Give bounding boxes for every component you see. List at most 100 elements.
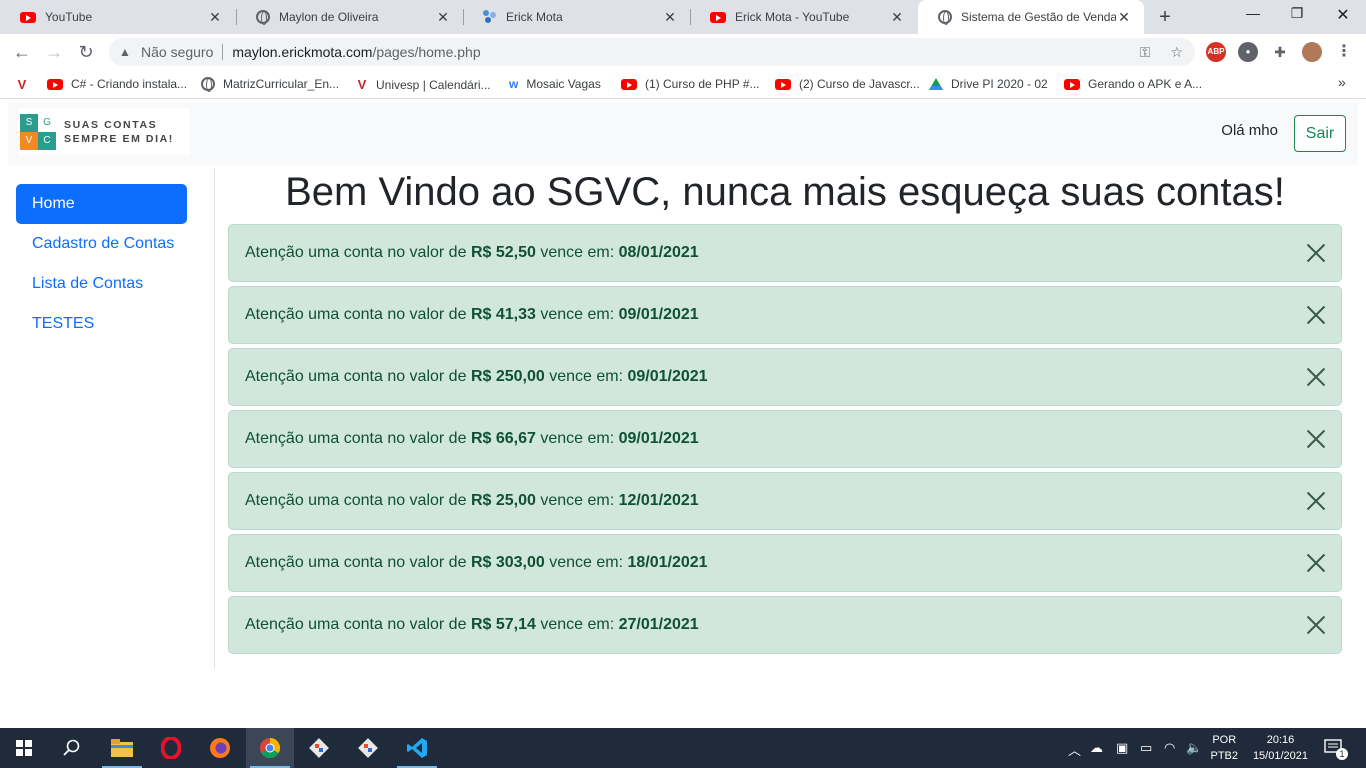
alert-text: Atenção uma conta no valor de R$ 250,00 … [245, 368, 708, 385]
bill-alert: Atenção uma conta no valor de R$ 25,00 v… [228, 472, 1342, 530]
logo-letter: S [20, 113, 38, 132]
file-explorer-app[interactable] [98, 728, 146, 768]
tab-sgvc[interactable]: Sistema de Gestão de Vendas d ✕ [918, 0, 1144, 34]
w-icon: w [509, 77, 519, 91]
alert-list: Atenção uma conta no valor de R$ 52,50 v… [228, 224, 1342, 658]
url-path: /pages/home.php [372, 44, 481, 60]
close-icon[interactable]: ✕ [435, 9, 451, 26]
tab-erick-mota-youtube[interactable]: Erick Mota - YouTube ✕ [690, 0, 917, 34]
bookmark-label: Drive PI 2020 - 02 [951, 77, 1048, 91]
sidebar-item-cadastro-de-contas[interactable]: Cadastro de Contas [16, 224, 187, 264]
security-icon[interactable]: ▣ [1116, 740, 1128, 756]
alert-value: R$ 57,14 [470, 616, 536, 633]
opera-app[interactable] [147, 728, 195, 768]
notification-button[interactable]: 1 [1324, 738, 1348, 760]
extension-icon[interactable]: ● [1238, 42, 1258, 62]
sidebar-item-lista-de-contas[interactable]: Lista de Contas [16, 264, 187, 304]
battery-icon[interactable]: ▭ [1140, 740, 1152, 756]
close-icon[interactable] [1305, 552, 1327, 574]
language-indicator[interactable]: POR PTB2 [1210, 732, 1238, 764]
close-icon[interactable]: ✕ [889, 9, 905, 26]
bill-alert: Atenção uma conta no valor de R$ 57,14 v… [228, 596, 1342, 654]
close-icon[interactable]: ✕ [1116, 9, 1132, 26]
sidebar-item-home[interactable]: Home [16, 184, 187, 224]
firefox-app[interactable] [196, 728, 244, 768]
vscode-app[interactable] [393, 728, 441, 768]
new-tab-button[interactable]: + [1156, 6, 1174, 29]
globe-icon [201, 77, 215, 92]
menu-icon[interactable]: ⋮ [1334, 42, 1354, 62]
close-icon[interactable] [1305, 428, 1327, 450]
sidebar-item-testes[interactable]: TESTES [16, 304, 187, 344]
security-label[interactable]: Não seguro [141, 44, 213, 60]
warning-icon[interactable]: ▲ [119, 45, 133, 59]
alert-text: Atenção uma conta no valor de R$ 25,00 v… [245, 492, 699, 509]
alert-value: R$ 303,00 [470, 554, 545, 571]
git-app[interactable] [344, 728, 392, 768]
bookmark-item[interactable]: (2) Curso de Javascr... [775, 77, 920, 91]
tab-erick-mota[interactable]: Erick Mota ✕ [463, 0, 690, 34]
puzzle-icon[interactable]: ✚ [1270, 42, 1290, 62]
search-button[interactable] [48, 728, 96, 768]
wifi-icon[interactable]: ◠ [1164, 740, 1175, 756]
logo-tagline-line2: SEMPRE EM DIA! [64, 132, 174, 145]
bookmarks-overflow-button[interactable]: » [1338, 74, 1346, 90]
close-icon[interactable] [1305, 366, 1327, 388]
bookmark-item[interactable]: C# - Criando instala... [47, 77, 187, 91]
close-icon[interactable] [1305, 242, 1327, 264]
restore-button[interactable]: ❐ [1282, 5, 1312, 22]
star-icon[interactable]: ☆ [1170, 44, 1183, 61]
back-button[interactable]: ← [10, 40, 34, 64]
window-close-button[interactable]: ✕ [1328, 5, 1358, 25]
volume-icon[interactable]: 🔈 [1186, 740, 1202, 756]
tab-youtube[interactable]: YouTube ✕ [0, 0, 235, 34]
close-icon[interactable]: ✕ [207, 9, 223, 26]
bookmark-item[interactable]: Drive PI 2020 - 02 [929, 77, 1048, 91]
alert-date: 08/01/2021 [618, 244, 699, 261]
git-app[interactable] [295, 728, 343, 768]
v-icon: V [17, 77, 27, 92]
bookmark-item[interactable]: MatrizCurricular_En... [201, 77, 339, 92]
bookmark-item[interactable]: V Univesp | Calendári... [356, 77, 491, 92]
bill-alert: Atenção uma conta no valor de R$ 66,67 v… [228, 410, 1342, 468]
forward-button[interactable]: → [42, 40, 66, 64]
minimize-button[interactable]: — [1238, 5, 1268, 21]
notification-count: 1 [1336, 748, 1348, 760]
chevron-up-icon[interactable]: ︿ [1068, 740, 1081, 759]
opera-icon [161, 737, 181, 759]
chrome-app[interactable] [246, 728, 294, 768]
bookmark-item[interactable]: Gerando o APK e A... [1064, 77, 1202, 91]
avatar[interactable] [1302, 42, 1322, 62]
system-clock[interactable]: 20:16 15/01/2021 [1253, 732, 1308, 764]
close-icon[interactable]: ✕ [662, 9, 678, 26]
bookmark-label: Gerando o APK e A... [1088, 77, 1203, 91]
logout-button[interactable]: Sair [1294, 115, 1346, 152]
logo-tagline: SUAS CONTAS SEMPRE EM DIA! [64, 118, 174, 146]
bookmark-label: (2) Curso de Javascr... [799, 77, 920, 91]
key-icon[interactable]: ⚿ [1140, 44, 1151, 61]
tab-title: YouTube [45, 10, 93, 24]
bookmark-item[interactable]: (1) Curso de PHP #... [621, 77, 760, 91]
address-bar[interactable]: ▲ Não seguro maylon.erickmota.com/pages/… [109, 38, 1195, 66]
alert-text: Atenção uma conta no valor de R$ 41,33 v… [245, 306, 699, 323]
close-icon[interactable] [1305, 614, 1327, 636]
tab-maylon[interactable]: Maylon de Oliveira ✕ [236, 0, 463, 34]
adblock-icon[interactable]: ABP [1206, 42, 1226, 62]
reload-button[interactable]: ↻ [74, 40, 98, 64]
cloud-icon[interactable]: ☁ [1090, 740, 1103, 756]
alert-date: 09/01/2021 [618, 306, 699, 323]
alert-date: 12/01/2021 [618, 492, 699, 509]
sidebar-divider [214, 168, 215, 668]
bookmark-item[interactable]: w Mosaic Vagas [509, 77, 601, 91]
start-button[interactable] [0, 728, 48, 768]
close-icon[interactable] [1305, 490, 1327, 512]
app-logo[interactable]: S G V C SUAS CONTAS SEMPRE EM DIA! [18, 108, 190, 155]
tab-title: Erick Mota [506, 10, 563, 24]
bookmark-label: C# - Criando instala... [71, 77, 188, 91]
bill-alert: Atenção uma conta no valor de R$ 52,50 v… [228, 224, 1342, 282]
alert-text: Atenção uma conta no valor de R$ 66,67 v… [245, 430, 699, 447]
bookmark-item[interactable]: V [16, 77, 36, 92]
chrome-icon [260, 737, 281, 759]
close-icon[interactable] [1305, 304, 1327, 326]
youtube-icon [775, 78, 791, 90]
